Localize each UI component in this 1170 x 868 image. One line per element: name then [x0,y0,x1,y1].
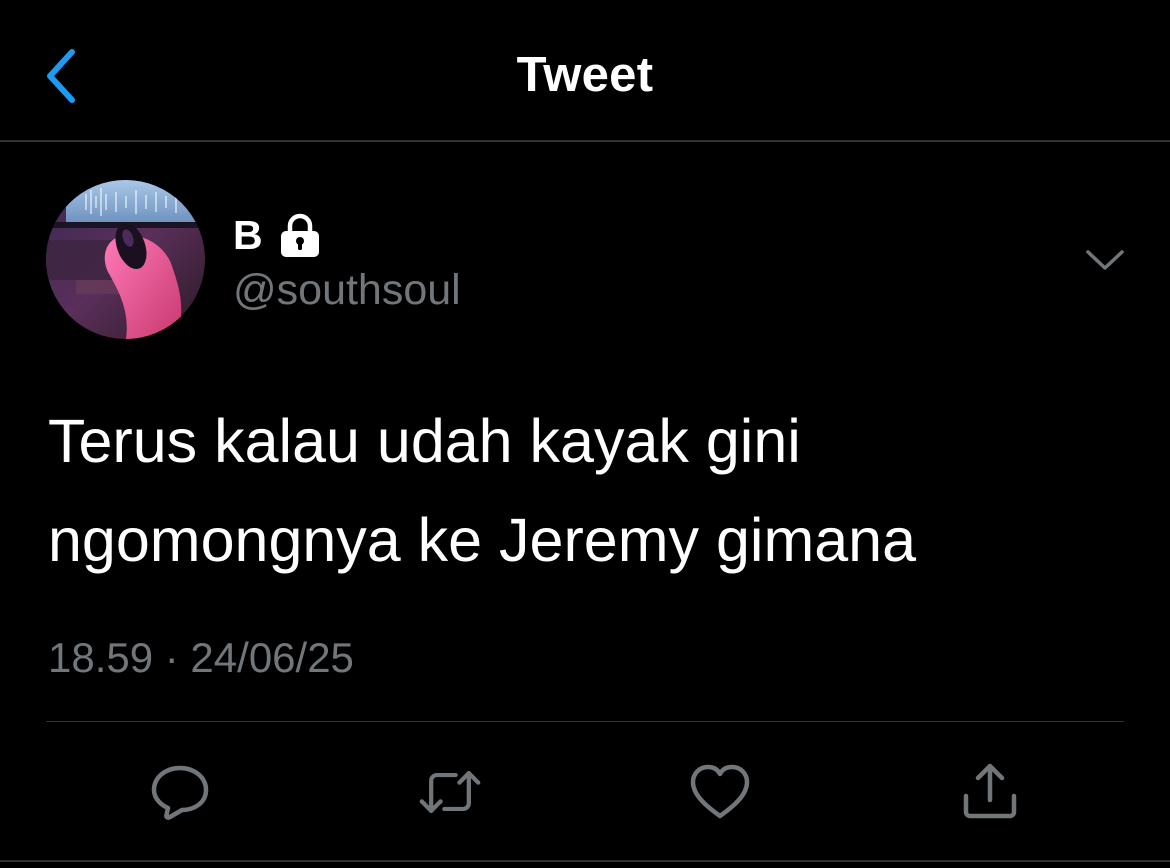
avatar-image [46,180,205,339]
like-button[interactable] [688,760,752,824]
lock-icon [277,212,323,258]
more-options-button[interactable] [1080,240,1130,280]
reply-button[interactable] [148,760,212,824]
retweet-button[interactable] [418,760,482,824]
avatar[interactable] [46,180,205,339]
chevron-down-icon [1086,250,1124,270]
tweet-text: Terus kalau udah kayak gini ngomongnya k… [48,407,917,574]
page-title: Tweet [516,48,654,102]
reply-icon [151,765,209,820]
heart-icon [690,764,750,819]
author-display-name[interactable]: B [233,210,323,260]
display-name-text: B [233,212,263,258]
top-navigation-bar: Tweet [0,0,1170,142]
divider [46,721,1124,722]
bottom-divider [0,860,1170,868]
share-icon [963,763,1017,819]
author-handle[interactable]: @southsoul [233,264,461,316]
retweet-icon [419,771,481,813]
share-button[interactable] [958,760,1022,824]
tweet-timestamp[interactable]: 18.59 · 24/06/25 [48,632,354,684]
